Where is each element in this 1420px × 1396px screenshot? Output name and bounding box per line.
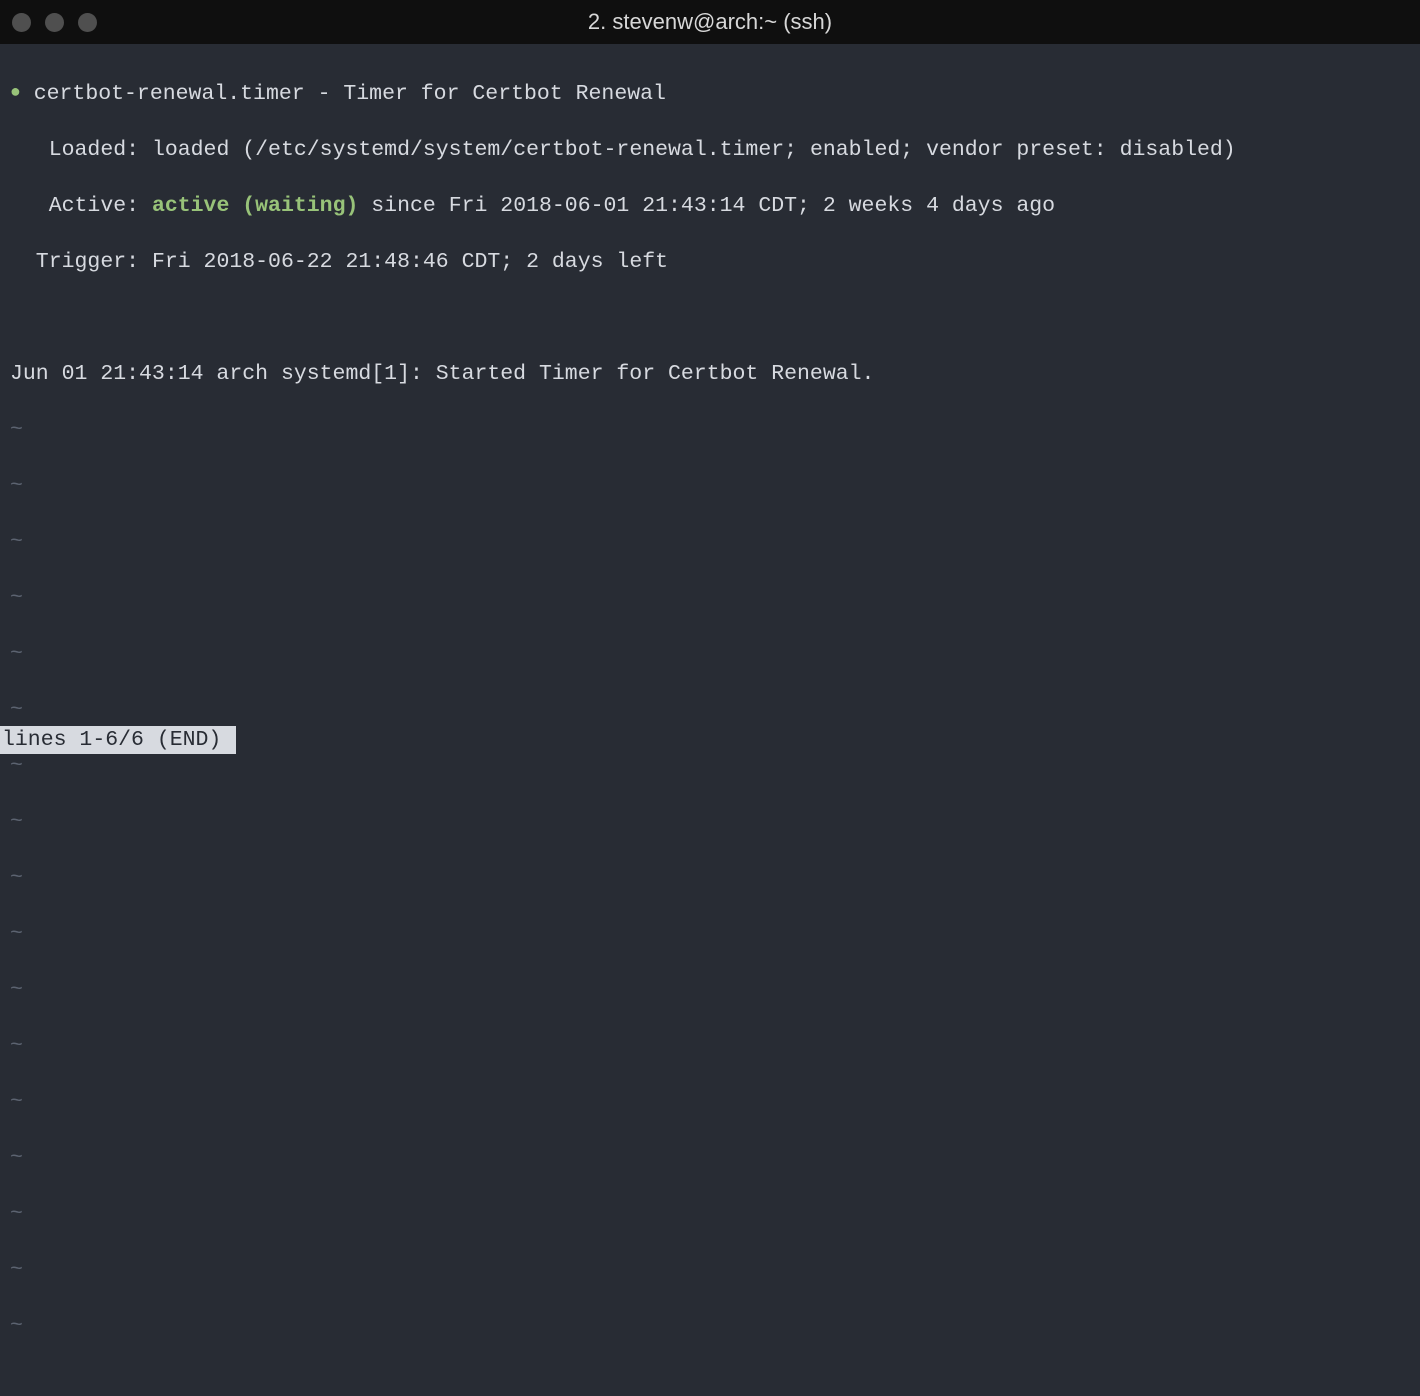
window-titlebar: 2. stevenw@arch:~ (ssh) (0, 0, 1420, 44)
pager-tilde: ~ (10, 1312, 1410, 1340)
pager-tilde: ~ (10, 696, 1410, 724)
pager-tilde: ~ (10, 752, 1410, 780)
cursor-icon (221, 728, 234, 752)
loaded-value: loaded (/etc/systemd/system/certbot-rene… (152, 138, 1236, 162)
pager-status-line: lines 1-6/6 (END) (0, 726, 236, 754)
minimize-window-button[interactable] (45, 13, 64, 32)
active-line: Active: active (waiting) since Fri 2018-… (10, 192, 1410, 220)
systemd-unit-header: ● certbot-renewal.timer - Timer for Cert… (10, 80, 1410, 108)
active-dot-icon: ● (10, 84, 21, 102)
trigger-label: Trigger: (10, 250, 152, 274)
loaded-line: Loaded: loaded (/etc/systemd/system/cert… (10, 136, 1410, 164)
trigger-line: Trigger: Fri 2018-06-22 21:48:46 CDT; 2 … (10, 248, 1410, 276)
pager-tilde: ~ (10, 1200, 1410, 1228)
pager-tilde: ~ (10, 528, 1410, 556)
trigger-value: Fri 2018-06-22 21:48:46 CDT; 2 days left (152, 250, 668, 274)
active-state: active (waiting) (152, 194, 358, 218)
pager-tilde: ~ (10, 416, 1410, 444)
pager-tilde: ~ (10, 640, 1410, 668)
pager-tilde: ~ (10, 1088, 1410, 1116)
pager-tilde: ~ (10, 584, 1410, 612)
pager-status-text: lines 1-6/6 (END) (2, 728, 221, 752)
pager-tilde: ~ (10, 920, 1410, 948)
unit-name: certbot-renewal.timer - Timer for Certbo… (34, 82, 666, 106)
maximize-window-button[interactable] (78, 13, 97, 32)
active-since: since Fri 2018-06-01 21:43:14 CDT; 2 wee… (358, 194, 1055, 218)
pager-tilde: ~ (10, 472, 1410, 500)
pager-tilde: ~ (10, 808, 1410, 836)
pager-tilde: ~ (10, 1144, 1410, 1172)
terminal-output[interactable]: ● certbot-renewal.timer - Timer for Cert… (0, 44, 1420, 754)
pager-tilde: ~ (10, 1032, 1410, 1060)
window-title: 2. stevenw@arch:~ (ssh) (588, 9, 832, 35)
blank-line (10, 304, 1410, 332)
traffic-lights (12, 13, 97, 32)
pager-tilde: ~ (10, 976, 1410, 1004)
pager-tilde: ~ (10, 1256, 1410, 1284)
log-line: Jun 01 21:43:14 arch systemd[1]: Started… (10, 360, 1410, 388)
close-window-button[interactable] (12, 13, 31, 32)
loaded-label: Loaded: (10, 138, 152, 162)
active-label: Active: (10, 194, 152, 218)
pager-tilde: ~ (10, 864, 1410, 892)
